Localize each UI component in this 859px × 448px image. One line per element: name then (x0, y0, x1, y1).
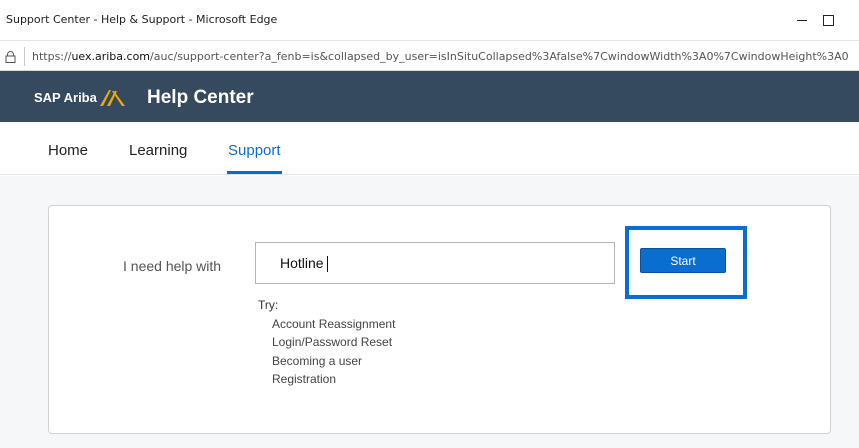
main-nav: Home Learning Support (0, 122, 859, 175)
lock-icon (5, 51, 16, 63)
start-button[interactable]: Start (640, 248, 726, 273)
maximize-icon[interactable] (814, 8, 842, 32)
url-text[interactable]: https://uex.ariba.com/auc/support-center… (32, 50, 859, 63)
help-search-input[interactable] (255, 242, 615, 284)
support-search-card: I need help with Start Try: Account Reas… (48, 205, 831, 434)
url-path: /auc/support-center?a_fenb=is&collapsed_… (150, 50, 849, 63)
text-cursor (327, 256, 328, 272)
minimize-icon[interactable] (788, 8, 816, 32)
tab-support[interactable]: Support (228, 142, 281, 159)
window-title: Support Center - Help & Support - Micros… (6, 13, 278, 26)
suggestions: Try: Account Reassignment Login/Password… (258, 296, 395, 389)
address-bar[interactable]: https://uex.ariba.com/auc/support-center… (0, 40, 859, 71)
suggestion-link[interactable]: Account Reassignment (258, 315, 395, 334)
content-area: I need help with Start Try: Account Reas… (0, 176, 859, 448)
help-label: I need help with (123, 258, 222, 274)
tab-home[interactable]: Home (48, 142, 88, 159)
brand-name: SAP Ariba (34, 90, 97, 105)
window-title-bar: Support Center - Help & Support - Micros… (0, 0, 859, 40)
address-separator (24, 47, 25, 66)
active-tab-indicator (227, 171, 282, 174)
url-prefix: https:// (32, 50, 72, 63)
tab-learning[interactable]: Learning (129, 142, 187, 159)
suggestion-link[interactable]: Login/Password Reset (258, 333, 395, 352)
site-header: SAP Ariba Help Center (0, 71, 859, 122)
ariba-logo-icon (100, 90, 125, 106)
suggestion-link[interactable]: Registration (258, 370, 395, 389)
header-title[interactable]: Help Center (147, 87, 254, 109)
url-host: uex.ariba.com (71, 50, 151, 63)
suggestions-heading: Try: (258, 298, 279, 312)
suggestion-link[interactable]: Becoming a user (258, 352, 395, 371)
